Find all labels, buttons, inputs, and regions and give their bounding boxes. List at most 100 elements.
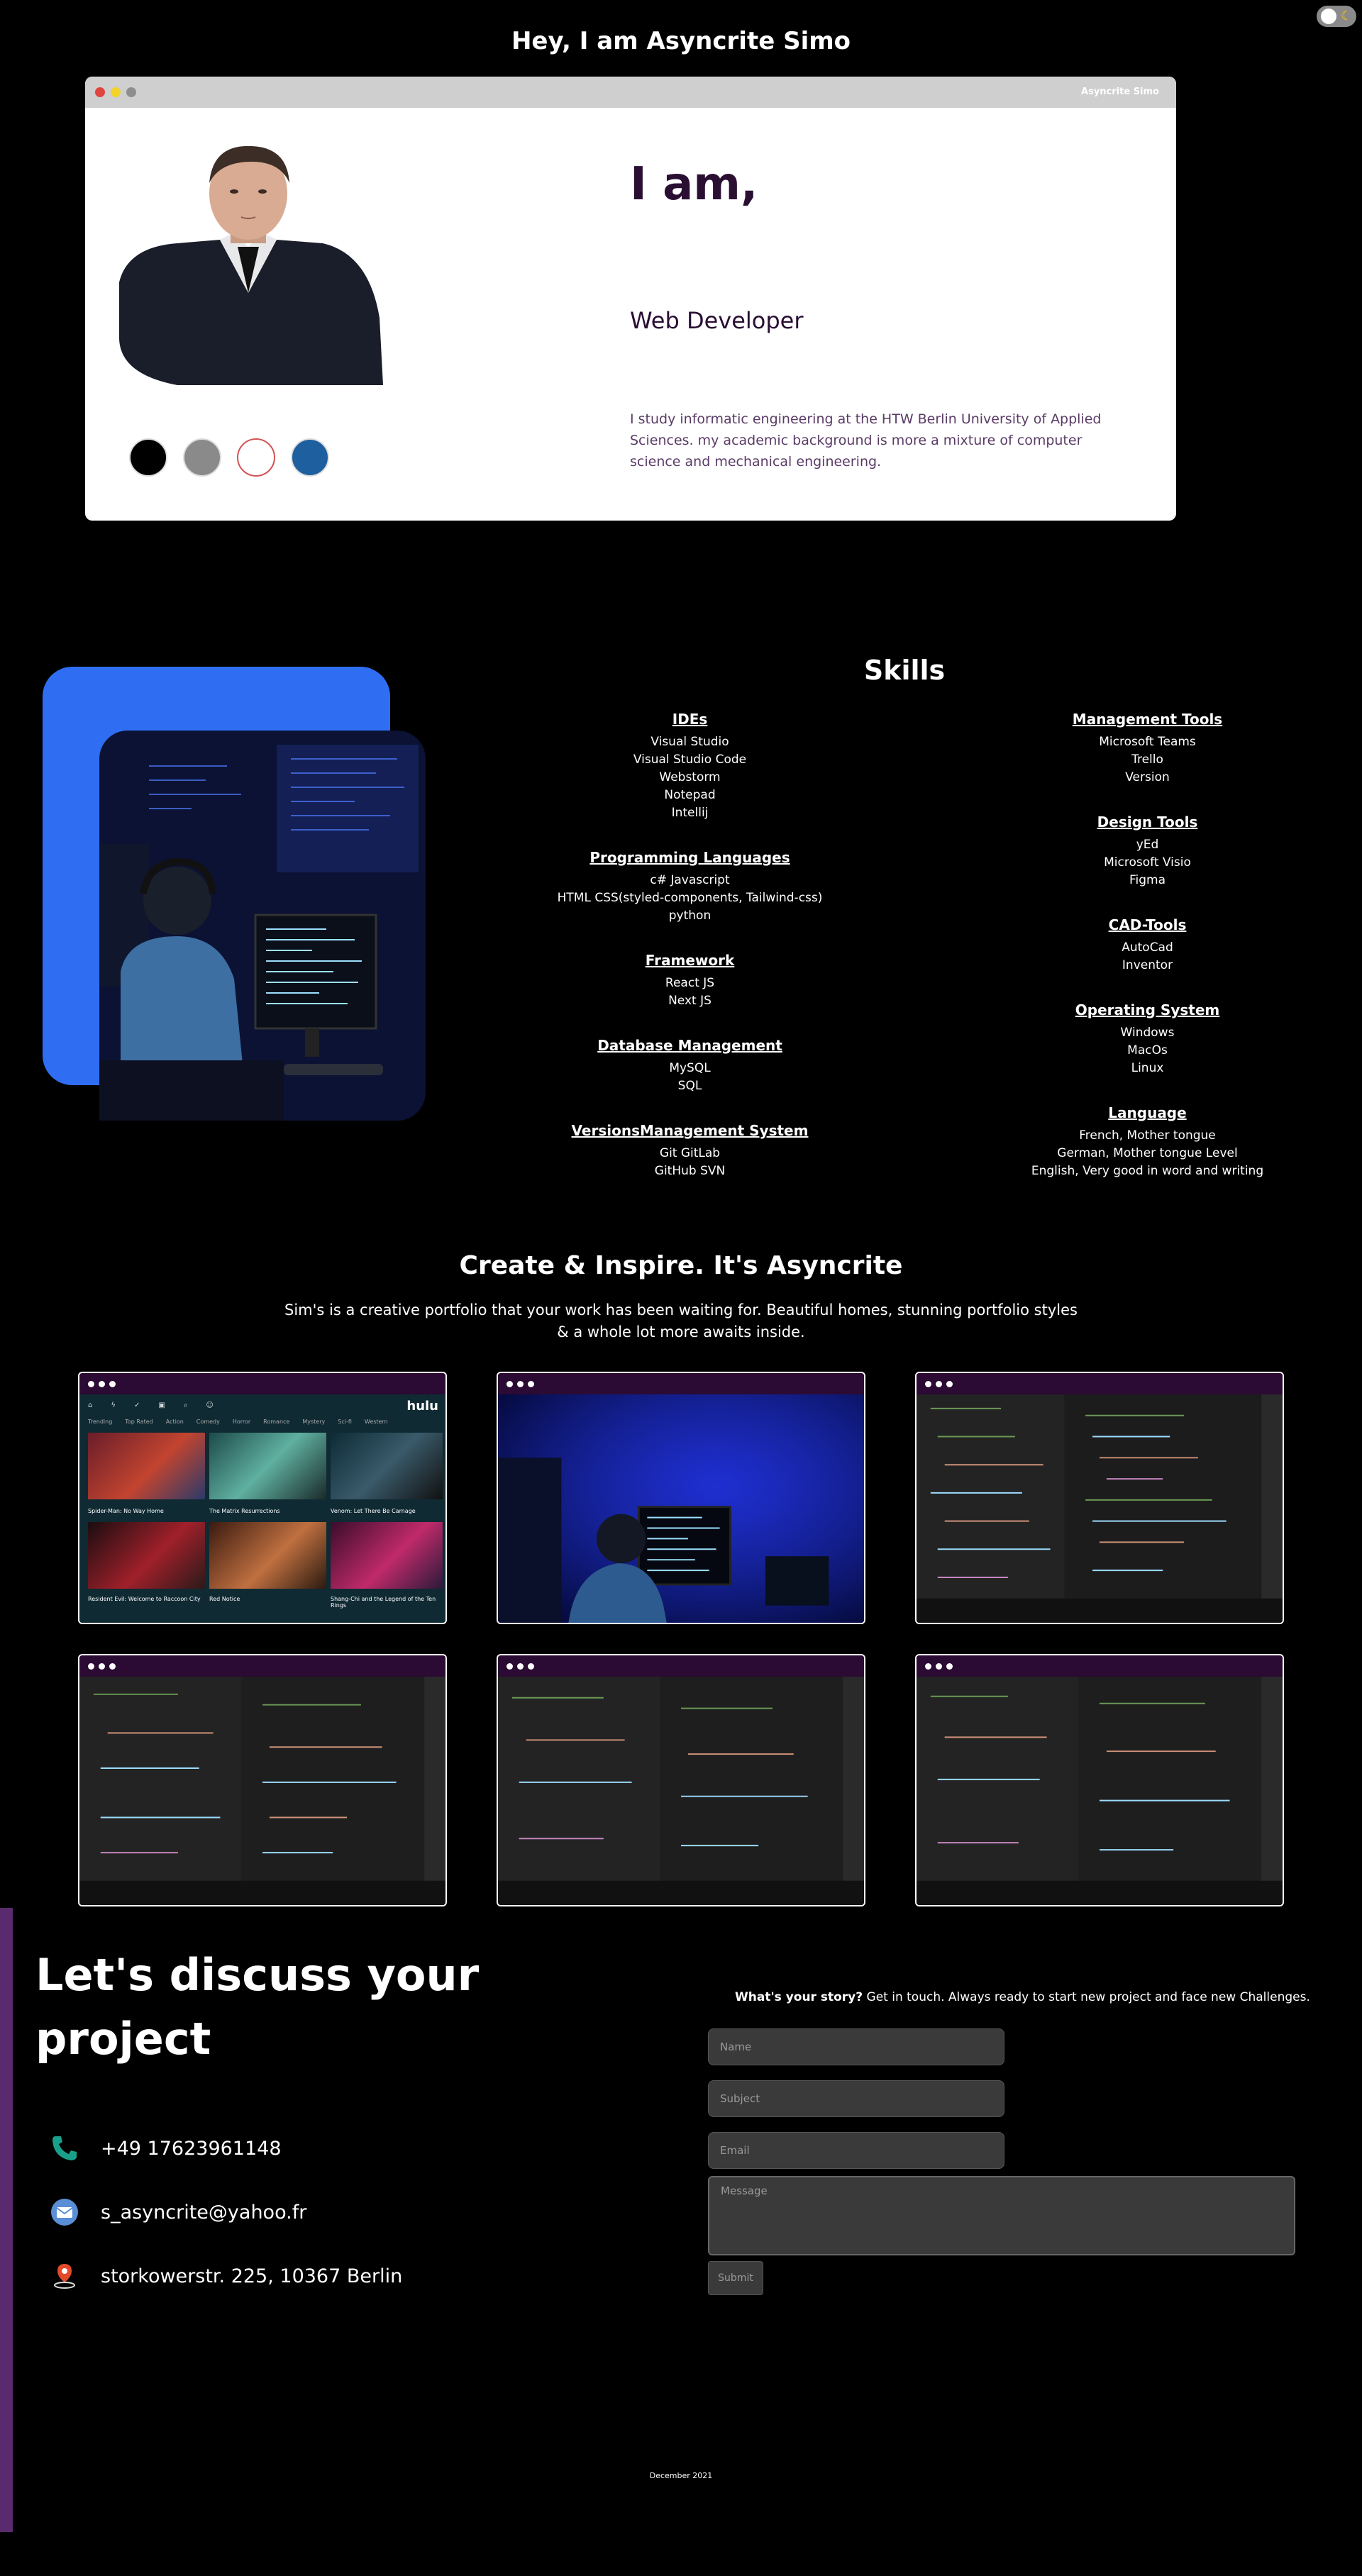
profile-portrait bbox=[119, 145, 383, 385]
contact-email[interactable]: s_asyncrite@yahoo.fr bbox=[50, 2197, 306, 2227]
card-window-bar bbox=[917, 1655, 1283, 1677]
skill-heading: Design Tools bbox=[1097, 814, 1198, 831]
window-title: Asyncrite Simo bbox=[1081, 87, 1159, 97]
hulu-nav: Trending Top Rated Action Comedy Horror … bbox=[88, 1419, 388, 1425]
hulu-nav-item[interactable]: Horror bbox=[233, 1419, 250, 1425]
skill-item: Trello bbox=[1131, 753, 1163, 767]
skill-item: HTML CSS(styled-components, Tailwind-css… bbox=[557, 891, 823, 905]
color-swatch-black[interactable] bbox=[129, 438, 167, 477]
code-preview bbox=[79, 1677, 445, 1905]
skill-group-cad-tools: CAD-Tools AutoCad Inventor bbox=[1007, 916, 1288, 975]
code-preview bbox=[498, 1677, 864, 1905]
hulu-nav-item[interactable]: Comedy bbox=[196, 1419, 220, 1425]
hulu-nav-item[interactable]: Top Rated bbox=[125, 1419, 153, 1425]
theme-toggle[interactable]: ☾ bbox=[1317, 6, 1356, 27]
skills-illustration bbox=[43, 667, 426, 1121]
skill-item: Visual Studio Code bbox=[633, 753, 747, 767]
card-window-bar bbox=[79, 1655, 445, 1677]
skill-group-operating-system: Operating System Windows MacOs Linux bbox=[1007, 1001, 1288, 1077]
skill-item: Figma bbox=[1129, 873, 1166, 887]
color-swatch-gray[interactable] bbox=[183, 438, 221, 477]
footer-date: December 2021 bbox=[649, 2471, 713, 2480]
color-swatch-white[interactable] bbox=[237, 438, 275, 477]
moon-icon: ☾ bbox=[1340, 9, 1352, 23]
window-titlebar: Asyncrite Simo bbox=[85, 77, 1176, 108]
skill-group-framework: Framework React JS Next JS bbox=[539, 952, 841, 1010]
skill-heading: Operating System bbox=[1075, 1001, 1220, 1018]
hulu-icon-row: ⌂ ϟ ✓ ▣ ⌕ ☺ bbox=[88, 1401, 214, 1409]
page-heading: Hey, I am Asyncrite Simo bbox=[511, 27, 851, 55]
name-field[interactable] bbox=[708, 2028, 1004, 2065]
contact-address[interactable]: storkowerstr. 225, 10367 Berlin bbox=[50, 2261, 402, 2291]
user-icon: ☺ bbox=[206, 1401, 214, 1409]
hulu-nav-item[interactable]: Trending bbox=[88, 1419, 112, 1425]
maximize-dot[interactable] bbox=[126, 87, 136, 97]
portfolio-card-hulu[interactable]: hulu ⌂ ϟ ✓ ▣ ⌕ ☺ Trending Top Rated Action Co… bbox=[78, 1372, 447, 1624]
skill-heading: IDEs bbox=[672, 711, 708, 728]
skill-item: Microsoft Teams bbox=[1099, 735, 1196, 749]
skill-heading: Management Tools bbox=[1072, 711, 1223, 728]
movie-poster[interactable] bbox=[331, 1433, 443, 1499]
skill-heading: Language bbox=[1108, 1104, 1187, 1121]
skill-item: English, Very good in word and writing bbox=[1031, 1164, 1264, 1178]
minimize-dot[interactable] bbox=[111, 87, 121, 97]
card-window-bar bbox=[917, 1373, 1283, 1394]
skill-item: SQL bbox=[677, 1079, 702, 1093]
skill-heading: CAD-Tools bbox=[1108, 916, 1187, 933]
hulu-nav-item[interactable]: Action bbox=[166, 1419, 184, 1425]
skill-item: MySQL bbox=[669, 1061, 711, 1075]
movie-title: Spider-Man: No Way Home bbox=[88, 1508, 164, 1514]
skill-heading: Programming Languages bbox=[589, 849, 790, 866]
card-window-bar bbox=[498, 1655, 864, 1677]
portfolio-title: Create & Inspire. It's Asyncrite bbox=[459, 1251, 903, 1280]
skill-item: Linux bbox=[1131, 1061, 1164, 1075]
movie-title: Red Notice bbox=[209, 1596, 240, 1602]
movie-poster[interactable] bbox=[209, 1433, 326, 1499]
message-field[interactable] bbox=[708, 2176, 1295, 2255]
developer-preview bbox=[498, 1394, 864, 1623]
submit-button[interactable]: Submit bbox=[708, 2261, 763, 2295]
skill-item: Inventor bbox=[1122, 958, 1173, 972]
toggle-knob bbox=[1321, 9, 1336, 24]
contact-phone[interactable]: +49 17623961148 bbox=[50, 2133, 282, 2163]
hulu-nav-item[interactable]: Romance bbox=[263, 1419, 289, 1425]
hero-bio: I study informatic engineering at the HT… bbox=[630, 411, 1102, 470]
check-icon: ✓ bbox=[133, 1401, 140, 1409]
movie-poster[interactable] bbox=[88, 1433, 205, 1499]
hulu-nav-item[interactable]: Mystery bbox=[302, 1419, 325, 1425]
portfolio-card-code-2[interactable] bbox=[78, 1654, 447, 1906]
hulu-nav-item[interactable]: Sci-fi bbox=[338, 1419, 352, 1425]
contact-accent-bar bbox=[0, 1908, 13, 2532]
skill-item: GitHub SVN bbox=[654, 1164, 726, 1178]
skill-item: python bbox=[668, 909, 712, 923]
skill-item: Webstorm bbox=[659, 770, 721, 784]
portfolio-card-code-1[interactable] bbox=[915, 1372, 1284, 1624]
skill-item: Version bbox=[1125, 770, 1170, 784]
portfolio-card-developer[interactable] bbox=[497, 1372, 865, 1624]
home-icon: ⌂ bbox=[88, 1401, 93, 1409]
close-dot[interactable] bbox=[95, 87, 105, 97]
skill-item: Windows bbox=[1120, 1026, 1175, 1040]
hulu-nav-item[interactable]: Western bbox=[365, 1419, 388, 1425]
portfolio-card-code-3[interactable] bbox=[497, 1654, 865, 1906]
skill-item: Intellij bbox=[671, 806, 709, 820]
subject-field[interactable] bbox=[708, 2080, 1004, 2117]
email-address: s_asyncrite@yahoo.fr bbox=[101, 2201, 307, 2224]
color-swatch-blue[interactable] bbox=[291, 438, 329, 477]
email-icon bbox=[50, 2197, 79, 2227]
movie-poster[interactable] bbox=[88, 1522, 205, 1589]
contact-intro-bold: What's your story? bbox=[735, 1990, 863, 2004]
lightning-icon: ϟ bbox=[111, 1401, 116, 1409]
portfolio-card-code-4[interactable] bbox=[915, 1654, 1284, 1906]
skill-item: Next JS bbox=[668, 994, 712, 1008]
movie-title: Shang-Chi and the Legend of the Ten Ring… bbox=[331, 1596, 436, 1609]
movie-poster[interactable] bbox=[209, 1522, 326, 1589]
movie-poster[interactable] bbox=[331, 1522, 443, 1589]
movie-title: Venom: Let There Be Carnage bbox=[331, 1508, 416, 1514]
phone-number: +49 17623961148 bbox=[101, 2137, 282, 2160]
email-field[interactable] bbox=[708, 2132, 1004, 2169]
card-window-bar bbox=[79, 1373, 445, 1394]
skill-group-database: Database Management MySQL SQL bbox=[539, 1037, 841, 1095]
skills-column-left: IDEs Visual Studio Visual Studio Code We… bbox=[539, 711, 841, 1207]
skill-item: Git GitLab bbox=[659, 1146, 721, 1160]
